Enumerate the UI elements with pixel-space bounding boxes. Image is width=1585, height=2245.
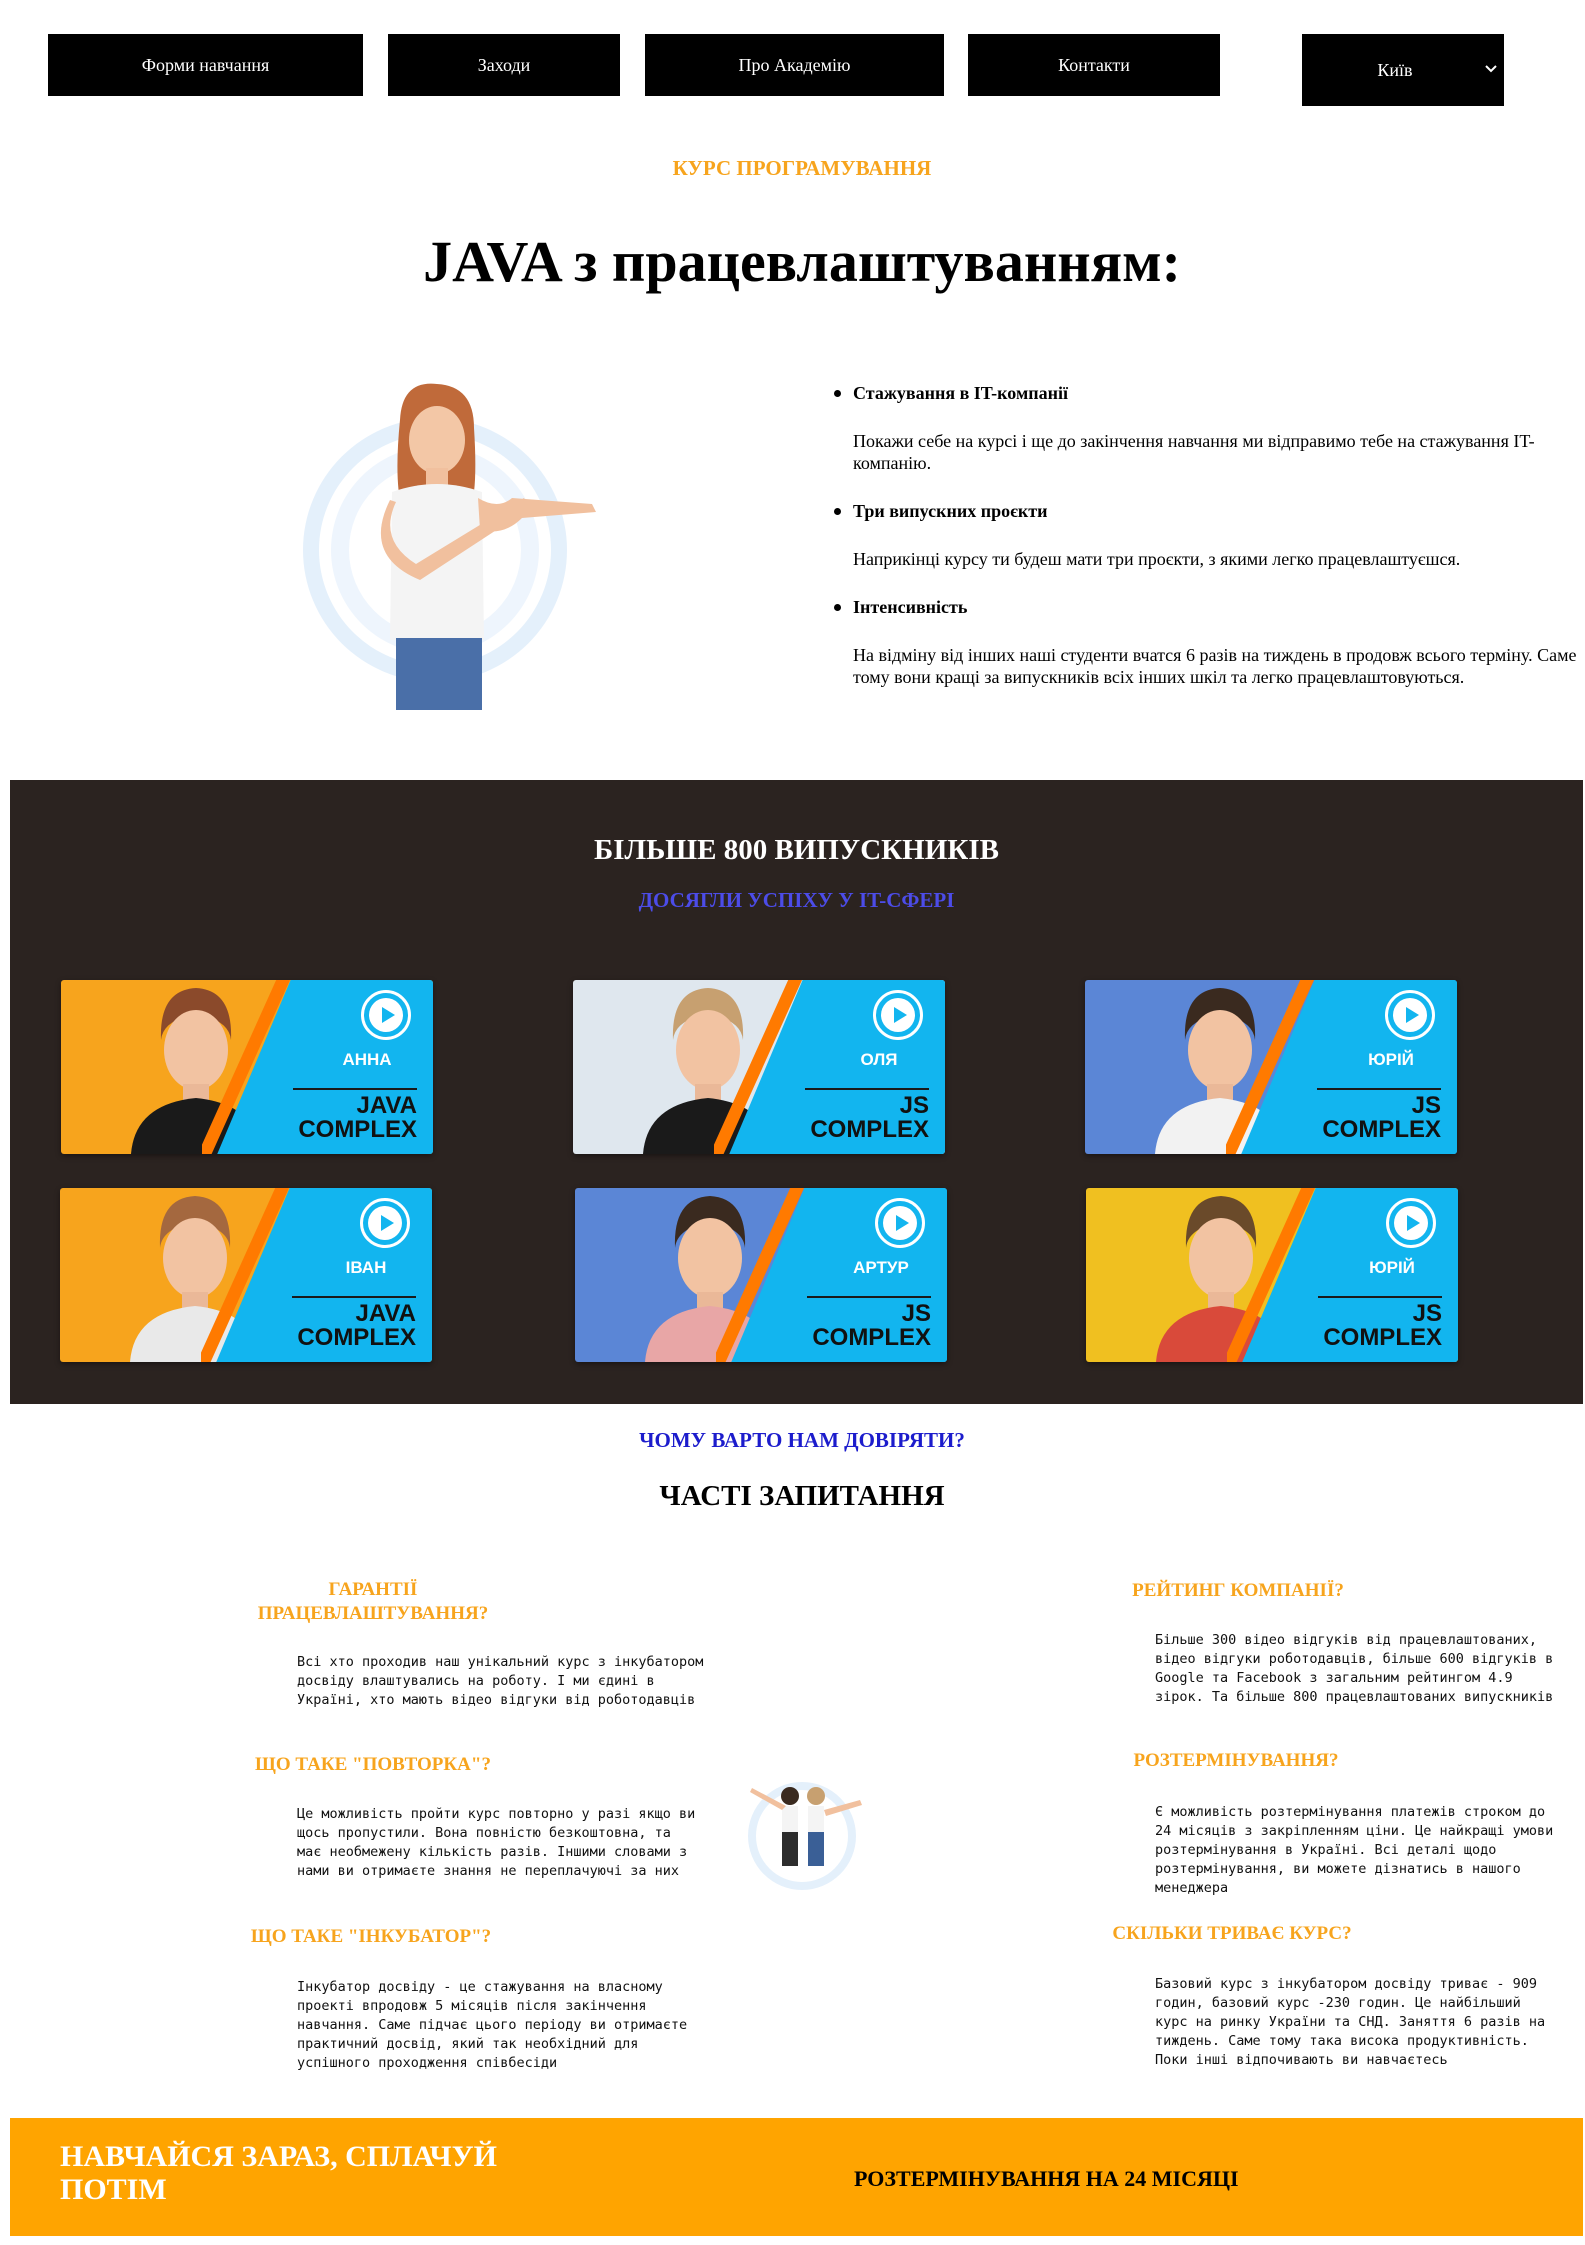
course-label: JAVA COMPLEX <box>298 1094 417 1142</box>
course-label-line: JS <box>1412 1300 1442 1327</box>
banner-installment-text: РОЗТЕРМІНУВАННЯ НА 24 МІСЯЦІ <box>854 2166 1239 2191</box>
chevron-down-icon <box>1478 62 1504 78</box>
graduate-name: ЮРІЙ <box>1368 1050 1414 1069</box>
nav-item-about[interactable]: Про Академію <box>645 34 944 96</box>
faq-answer: Інкубатор досвіду - це стажування на вла… <box>297 1979 688 2071</box>
graduate-name: ІВАН <box>345 1258 387 1277</box>
graduate-name: ОЛЯ <box>860 1050 898 1069</box>
faq-answer: Базовий курс з інкубатором досвіду трива… <box>1155 1976 1546 2068</box>
course-label-line: COMPLEX <box>1322 1116 1441 1143</box>
page-title: JAVA з працевлаштуванням: <box>423 229 1181 294</box>
course-label-line: COMPLEX <box>812 1324 931 1351</box>
faq-question: ГАРАНТІЇ ПРАЦЕВЛАШТУВАННЯ? <box>248 1578 498 1626</box>
faq-answer: Всі хто проходив наш унікальний курс з і… <box>297 1654 704 1708</box>
faq-title: ЧАСТІ ЗАПИТАННЯ <box>659 1480 945 1512</box>
course-label-line: COMPLEX <box>810 1116 929 1143</box>
play-icon[interactable] <box>875 1198 925 1248</box>
graduate-name: АННА <box>342 1050 392 1069</box>
graduate-name: АРТУР <box>853 1258 909 1277</box>
course-kicker: КУРС ПРОГРАМУВАННЯ <box>672 156 932 180</box>
graduate-name: ЮРІЙ <box>1369 1258 1415 1277</box>
feature-title: Інтенсивність <box>828 596 1583 618</box>
graduate-video-card[interactable]: ЮРІЙ JS COMPLEX <box>1086 1188 1458 1362</box>
feature-title: Три випускних проєкти <box>828 500 1583 522</box>
faq-question: ЩО ТАКЕ "ІНКУБАТОР"? <box>250 1926 492 1947</box>
faq-question: РОЗТЕРМІНУВАННЯ? <box>1133 1750 1339 1771</box>
course-label: JS COMPLEX <box>810 1094 929 1142</box>
play-icon[interactable] <box>873 990 923 1040</box>
graduate-video-card[interactable]: ЮРІЙ JS COMPLEX <box>1085 980 1457 1154</box>
play-icon[interactable] <box>1385 990 1435 1040</box>
hero-photo <box>292 380 632 710</box>
course-label-line: COMPLEX <box>298 1116 417 1143</box>
faq-question-line: ГАРАНТІЇ <box>328 1579 418 1600</box>
card-divider <box>1318 1296 1442 1298</box>
play-icon[interactable] <box>360 1198 410 1248</box>
play-icon[interactable] <box>361 990 411 1040</box>
course-label-line: JS <box>899 1092 929 1119</box>
course-label-line: COMPLEX <box>297 1324 416 1351</box>
course-label-line: JAVA <box>355 1300 416 1327</box>
installment-banner: НАВЧАЙСЯ ЗАРАЗ, СПЛАЧУЙ ПОТІМ РОЗТЕРМІНУ… <box>10 2118 1583 2236</box>
city-select-value: Київ <box>1377 59 1413 80</box>
nav-item-contacts[interactable]: Контакти <box>968 34 1220 96</box>
card-divider <box>1317 1088 1441 1090</box>
graduates-title: БІЛЬШЕ 800 ВИПУСКНИКІВ <box>594 834 999 866</box>
feature-description: Наприкінці курсу ти будеш мати три проєк… <box>853 549 1461 569</box>
feature-description: На відміну від інших наші студенти вчатс… <box>853 645 1577 687</box>
feature-description: Покажи себе на курсі і ще до закінчення … <box>853 431 1535 473</box>
faq-center-photo <box>740 1772 870 1892</box>
faq-question-line: ПРАЦЕВЛАШТУВАННЯ? <box>257 1603 489 1624</box>
card-divider <box>292 1296 416 1298</box>
banner-cta-text: НАВЧАЙСЯ ЗАРАЗ, СПЛАЧУЙ ПОТІМ <box>60 2140 497 2206</box>
city-select[interactable]: Київ <box>1302 34 1504 106</box>
card-divider <box>805 1088 929 1090</box>
features-list: Стажування в IT-компанії Покажи себе на … <box>828 382 1583 714</box>
course-label-line: JAVA <box>356 1092 417 1119</box>
graduate-video-card[interactable]: ІВАН JAVA COMPLEX <box>60 1188 432 1362</box>
course-label-line: JS <box>901 1300 931 1327</box>
graduate-video-card[interactable]: ОЛЯ JS COMPLEX <box>573 980 945 1154</box>
course-label: JAVA COMPLEX <box>297 1302 416 1350</box>
course-label: JS COMPLEX <box>1322 1094 1441 1142</box>
course-label: JS COMPLEX <box>1323 1302 1442 1350</box>
faq-question: ЩО ТАКЕ "ПОВТОРКА"? <box>255 1754 491 1775</box>
faq-question: СКІЛЬКИ ТРИВАЄ КУРС? <box>1112 1923 1352 1944</box>
faq-answer: Є можливість розтермінування платежів ст… <box>1155 1804 1554 1896</box>
course-label-line: JS <box>1411 1092 1441 1119</box>
nav-item-events[interactable]: Заходи <box>388 34 620 96</box>
faq-answer: Це можливість пройти курс повторно у раз… <box>297 1806 696 1879</box>
graduates-subtitle: ДОСЯГЛИ УСПІХУ У IT-СФЕРІ <box>638 888 955 912</box>
faq-question: РЕЙТИНГ КОМПАНІЇ? <box>1132 1580 1344 1601</box>
feature-title: Стажування в IT-компанії <box>828 382 1583 404</box>
card-divider <box>293 1088 417 1090</box>
graduate-video-card[interactable]: АРТУР JS COMPLEX <box>575 1188 947 1362</box>
graduate-video-card[interactable]: АННА JAVA COMPLEX <box>61 980 433 1154</box>
card-divider <box>807 1296 931 1298</box>
play-icon[interactable] <box>1386 1198 1436 1248</box>
course-label-line: COMPLEX <box>1323 1324 1442 1351</box>
trust-title: ЧОМУ ВАРТО НАМ ДОВІРЯТИ? <box>639 1428 965 1452</box>
faq-answer: Більше 300 відео відгуків від працевлашт… <box>1155 1632 1554 1705</box>
nav-item-study-forms[interactable]: Форми навчання <box>48 34 363 96</box>
course-label: JS COMPLEX <box>812 1302 931 1350</box>
